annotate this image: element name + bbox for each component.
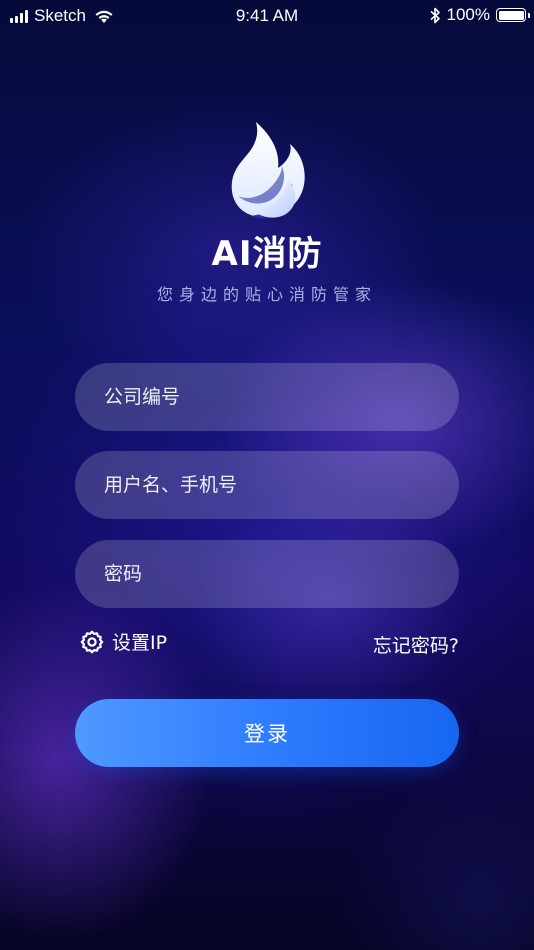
forgot-password-link[interactable]: 忘记密码?: [373, 631, 459, 658]
battery-fill: [498, 10, 524, 20]
app-name: AI消防: [211, 234, 323, 274]
password-input[interactable]: [104, 563, 434, 585]
battery-icon: [496, 8, 530, 22]
company-id-field[interactable]: [75, 363, 459, 431]
status-bar: Sketch 9:41 AM 100%: [0, 0, 534, 32]
username-field[interactable]: [75, 451, 459, 519]
gear-icon: [80, 630, 104, 653]
bluetooth-icon: [429, 7, 440, 23]
username-input[interactable]: [104, 474, 434, 496]
settings-ip-button[interactable]: 设置IP: [80, 628, 167, 655]
company-id-input[interactable]: [104, 386, 434, 408]
login-button[interactable]: 登录: [75, 699, 459, 767]
app-slogan: 您身边的贴心消防管家: [156, 285, 377, 304]
flame-icon: [231, 122, 305, 219]
battery-percent: 100%: [446, 5, 490, 24]
settings-ip-label: 设置IP: [112, 632, 168, 654]
password-field[interactable]: [75, 540, 459, 608]
status-right: 100%: [429, 5, 530, 25]
